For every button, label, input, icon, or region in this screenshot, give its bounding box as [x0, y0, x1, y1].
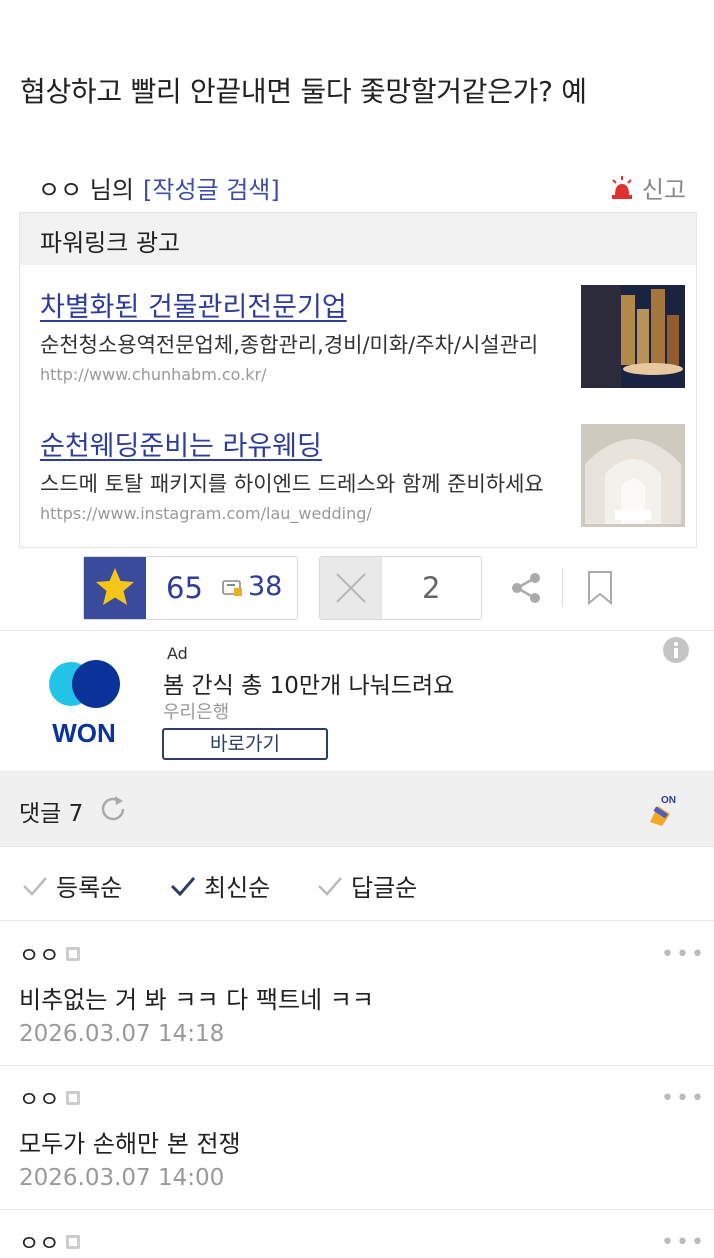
report-button[interactable]: 신고	[610, 170, 686, 205]
check-icon	[170, 876, 196, 896]
comment-author[interactable]: ㅇㅇ	[19, 938, 81, 970]
comment-text: 비추없는 거 봐 ㅋㅋ 다 팩트네 ㅋㅋ	[19, 986, 374, 1014]
not-recommend-box: 2	[319, 556, 482, 620]
won-bank-logo[interactable]: WON	[44, 656, 124, 746]
sort-option-replies[interactable]: 답글순	[317, 868, 417, 903]
sort-option-registered[interactable]: 등록순	[22, 868, 122, 903]
sort-option-label: 등록순	[56, 874, 123, 902]
powerlink-ad-box: 파워링크 광고 차별화된 건물관리전문기업 순천청소용역전문업체,종합관리,경비…	[19, 212, 697, 548]
divider	[0, 920, 714, 921]
comment-more-icon[interactable]: •••	[661, 1230, 706, 1255]
recommend-count: 65	[166, 571, 203, 605]
comment-author-name: ㅇㅇ	[19, 1232, 60, 1257]
bookmark-icon[interactable]	[586, 570, 614, 606]
comment-author[interactable]: ㅇㅇ	[19, 1082, 81, 1114]
banner-ad-title[interactable]: 봄 간식 총 10만개 나눠드려요	[163, 666, 454, 700]
powerlink-item[interactable]: 순천웨딩준비는 라유웨딩 스드메 토탈 패키지를 하이엔드 드레스와 함께 준비…	[20, 424, 696, 544]
ad-thumbnail-wedding-hall[interactable]	[581, 424, 685, 527]
mobile-badge-icon	[66, 947, 81, 961]
recommend-button[interactable]	[84, 557, 146, 619]
refresh-icon[interactable]	[97, 793, 129, 825]
svg-text:ON: ON	[661, 795, 676, 806]
comment-more-icon[interactable]: •••	[661, 942, 706, 967]
author-name[interactable]: ㅇㅇ 님의	[38, 170, 134, 205]
siren-icon	[611, 175, 632, 199]
post-text-line: 협상하고 빨리 안끝내면 둘다 좇망할거같은가? 예	[20, 75, 587, 108]
scrap-icon	[222, 580, 242, 596]
info-icon[interactable]	[662, 636, 690, 664]
ad-label: Ad	[167, 644, 188, 663]
report-label: 신고	[641, 176, 686, 204]
ad-url[interactable]: http://www.chunhabm.co.kr/	[40, 365, 267, 384]
powerlink-header-label: 파워링크 광고	[40, 229, 181, 257]
divider	[0, 1209, 714, 1210]
comments-header: 댓글 7 ON	[0, 771, 714, 847]
sort-option-latest[interactable]: 최신순	[170, 868, 270, 903]
divider	[0, 630, 714, 631]
author-bar: ㅇㅇ 님의 [작성글 검색] 신고	[38, 168, 686, 204]
sort-option-label: 최신순	[204, 874, 271, 902]
not-recommend-button[interactable]	[320, 557, 382, 619]
mobile-badge-icon	[66, 1235, 81, 1249]
divider	[562, 568, 563, 606]
not-recommend-count: 2	[422, 571, 441, 605]
comment-more-icon[interactable]: •••	[661, 1086, 706, 1111]
comment-author-name: ㅇㅇ	[19, 1088, 60, 1113]
check-icon	[318, 876, 342, 896]
close-icon	[336, 573, 366, 603]
check-icon	[23, 876, 47, 896]
author-search-link[interactable]: [작성글 검색]	[143, 170, 280, 205]
ad-title-link[interactable]: 순천웨딩준비는 라유웨딩	[40, 424, 322, 463]
powerlink-item[interactable]: 차별화된 건물관리전문기업 순천청소용역전문업체,종합관리,경비/미화/주차/시…	[20, 285, 696, 405]
powerlink-header: 파워링크 광고	[20, 213, 696, 265]
mobile-badge-icon	[66, 1091, 81, 1105]
comment-count-title: 댓글 7	[19, 801, 84, 827]
star-icon	[96, 568, 134, 605]
ad-thumbnail-building[interactable]	[581, 285, 685, 388]
divider	[0, 1065, 714, 1066]
comment-date: 2026.03.07 14:18	[19, 1021, 225, 1047]
scrap-count: 38	[248, 571, 283, 602]
ad-url[interactable]: https://www.instagram.com/lau_wedding/	[40, 504, 372, 523]
ad-title-link[interactable]: 차별화된 건물관리전문기업	[40, 285, 347, 324]
won-logo-text: WON	[52, 718, 116, 746]
comment-author[interactable]: ㅇㅇ	[19, 1226, 81, 1258]
recommend-box: 65 38	[83, 556, 298, 620]
ad-description: 스드메 토탈 패키지를 하이엔드 드레스와 함께 준비하세요	[40, 472, 544, 496]
banner-ad-sponsor: 우리은행	[163, 702, 230, 723]
go-button[interactable]: 바로가기	[162, 728, 328, 760]
share-icon[interactable]	[508, 570, 544, 606]
comment-date: 2026.03.07 14:00	[19, 1165, 225, 1191]
ad-description: 순천청소용역전문업체,종합관리,경비/미화/주차/시설관리	[40, 333, 539, 357]
clean-bot-icon[interactable]: ON	[644, 792, 680, 828]
comment-author-name: ㅇㅇ	[19, 944, 60, 969]
comment-text: 모두가 손해만 본 전쟁	[19, 1130, 241, 1158]
sort-option-label: 답글순	[351, 874, 418, 902]
